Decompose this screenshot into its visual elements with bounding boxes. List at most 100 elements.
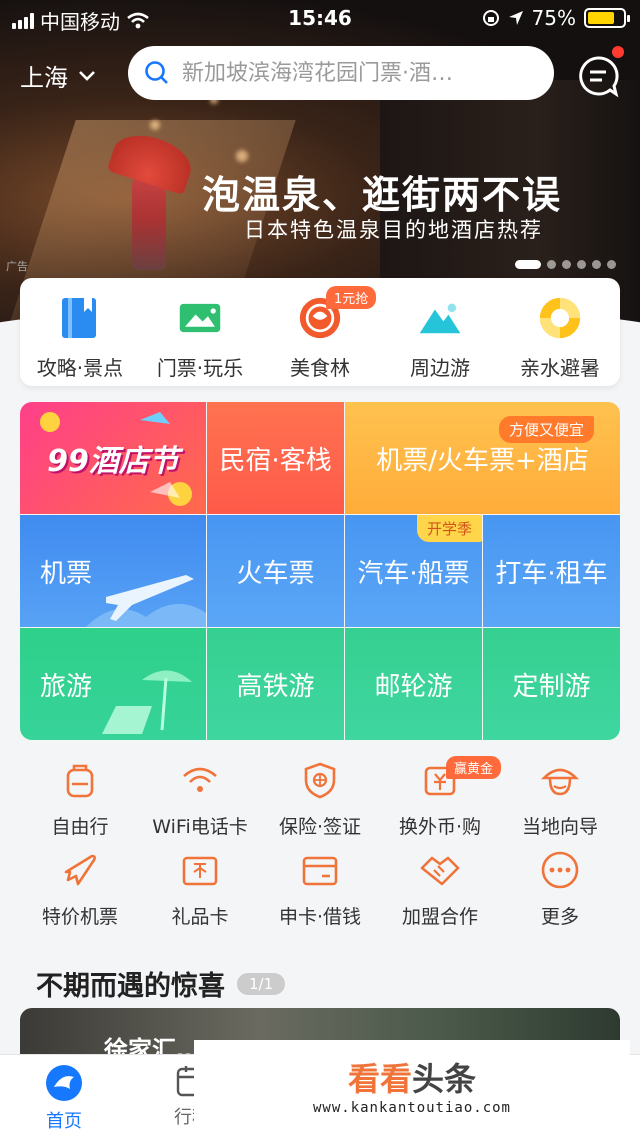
quick-nav-label: 门票·玩乐 <box>156 356 244 380</box>
battery-icon <box>584 8 630 28</box>
grid-train[interactable]: 火车票 <box>207 515 344 627</box>
dolphin-icon <box>46 1065 82 1101</box>
ticket-icon <box>179 303 221 333</box>
banner-lamp <box>236 150 248 162</box>
service-currency[interactable]: 赢黄金 换外币·购 <box>380 756 502 846</box>
gift-card-icon <box>182 856 218 886</box>
plane-icon <box>64 854 96 886</box>
quick-nav-label: 美食林 <box>290 356 350 380</box>
beach-chair-illustration <box>102 670 192 734</box>
service-label: 加盟合作 <box>401 906 478 928</box>
rotation-lock-icon <box>482 10 499 26</box>
carousel-dot[interactable] <box>592 260 601 269</box>
notification-dot <box>612 46 624 58</box>
message-button[interactable] <box>576 46 624 98</box>
grid-label: 高铁游 <box>236 671 315 702</box>
grid-label: 火车票 <box>236 558 315 589</box>
grid-label: 定制游 <box>512 671 591 702</box>
service-label: 特价机票 <box>41 906 118 928</box>
combo-tag: 方便又便宜 <box>498 416 594 443</box>
banner-title: 泡温泉、逛街两不误 <box>202 172 563 217</box>
grid-combo[interactable]: 方便又便宜 机票/火车票+酒店 <box>345 402 620 514</box>
tab-home[interactable]: 首页 <box>0 1055 128 1138</box>
wifi-icon <box>183 767 217 792</box>
handshake-icon <box>420 856 460 886</box>
tab-label: 首页 <box>46 1111 82 1132</box>
quick-nav-label: 周边游 <box>410 356 470 380</box>
grid-label: 民宿·客栈 <box>219 445 332 476</box>
ad-label: 广告 <box>6 260 28 273</box>
mountain-icon <box>419 303 461 334</box>
grid-taxi[interactable]: 打车·租车 <box>483 515 620 627</box>
search-icon <box>145 61 168 84</box>
grid-label: 打车·租车 <box>495 558 608 589</box>
city-selector[interactable]: 上海 <box>20 58 96 93</box>
banner-lamp <box>150 120 160 130</box>
grid-label: 机票/火车票+酒店 <box>376 445 589 476</box>
grid-label: 汽车·船票 <box>357 558 470 589</box>
service-grid: 99酒店节 民宿·客栈 方便又便宜 机票/火车票+酒店 机票 火车票 开学季 汽… <box>20 402 620 740</box>
grid-label: 机票 <box>40 558 93 589</box>
service-gift-card[interactable]: 礼品卡 <box>140 846 260 936</box>
banner-subtitle: 日本特色温泉目的地酒店热荐 <box>244 218 543 242</box>
watermark-url: www.kankantoutiao.com <box>312 1100 511 1116</box>
grid-custom[interactable]: 定制游 <box>483 628 620 740</box>
quick-nav-guide[interactable]: 攻略·景点 <box>20 278 140 386</box>
quick-nav-tickets[interactable]: 门票·玩乐 <box>140 278 260 386</box>
service-label: 申卡·借钱 <box>278 906 362 928</box>
carousel-dot[interactable] <box>562 260 571 269</box>
service-label: 换外币·购 <box>398 816 482 838</box>
grid-hotel-festival[interactable]: 99酒店节 <box>20 402 206 514</box>
watermark-brand-b: 头条 <box>412 1060 477 1098</box>
service-franchise[interactable]: 加盟合作 <box>380 846 500 936</box>
section-header: 不期而遇的惊喜 1/1 <box>36 964 286 1003</box>
more-icon <box>541 851 579 889</box>
service-label: 自由行 <box>51 816 109 838</box>
search-input[interactable] <box>182 60 542 86</box>
section-count: 1/1 <box>237 972 286 995</box>
service-insurance[interactable]: 保险·签证 <box>260 756 380 846</box>
service-icons: 自由行 WiFi电话卡 保险·签证 赢黄金 换外币·购 当地向导 特价机票 礼品… <box>20 756 620 936</box>
grid-label: 旅游 <box>40 671 93 702</box>
grid-label: 99酒店节 <box>47 444 179 479</box>
carousel-dots[interactable] <box>515 260 616 269</box>
quick-nav-food[interactable]: 1元抢 美食林 <box>260 278 380 386</box>
backpack-icon <box>66 764 94 798</box>
grid-travel[interactable]: 旅游 <box>20 628 206 740</box>
grid-cruise[interactable]: 邮轮游 <box>345 628 482 740</box>
grid-homestay[interactable]: 民宿·客栈 <box>207 402 344 514</box>
watermark-brand-a: 看看 <box>347 1060 412 1098</box>
quick-nav-nearby[interactable]: 周边游 <box>380 278 500 386</box>
service-label: 保险·签证 <box>278 816 362 838</box>
chevron-down-icon <box>79 70 95 81</box>
book-icon <box>62 298 96 338</box>
location-icon <box>508 11 523 25</box>
credit-card-icon <box>302 856 338 886</box>
grid-bus-ship[interactable]: 开学季 汽车·船票 <box>345 515 482 627</box>
carousel-dot[interactable] <box>607 260 616 269</box>
lifebuoy-icon <box>539 297 581 339</box>
shield-icon <box>304 762 336 799</box>
quick-nav-label: 亲水避暑 <box>520 356 600 380</box>
watermark: 看看头条 www.kankantoutiao.com <box>194 1040 630 1130</box>
quick-nav-water[interactable]: 亲水避暑 <box>500 278 620 386</box>
carousel-dot[interactable] <box>577 260 586 269</box>
battery-percent: 75% <box>531 6 576 30</box>
service-credit-card[interactable]: 申卡·借钱 <box>260 846 380 936</box>
grid-flight[interactable]: 机票 <box>20 515 206 627</box>
service-guide[interactable]: 当地向导 <box>500 756 620 846</box>
carousel-dot[interactable] <box>547 260 556 269</box>
grid-rail-tour[interactable]: 高铁游 <box>207 628 344 740</box>
carousel-dot-active[interactable] <box>515 260 541 269</box>
search-bar[interactable] <box>128 46 554 100</box>
service-label: 更多 <box>540 906 579 928</box>
city-name: 上海 <box>20 64 68 92</box>
promo-badge: 1元抢 <box>326 286 377 309</box>
message-icon <box>579 56 619 98</box>
service-more[interactable]: 更多 <box>500 846 620 936</box>
service-wifi[interactable]: WiFi电话卡 <box>140 756 260 846</box>
promo-badge: 赢黄金 <box>446 756 502 779</box>
status-bar: 中国移动 15:46 75% <box>0 0 640 38</box>
service-cheap-flight[interactable]: 特价机票 <box>20 846 140 936</box>
service-free-travel[interactable]: 自由行 <box>20 756 140 846</box>
